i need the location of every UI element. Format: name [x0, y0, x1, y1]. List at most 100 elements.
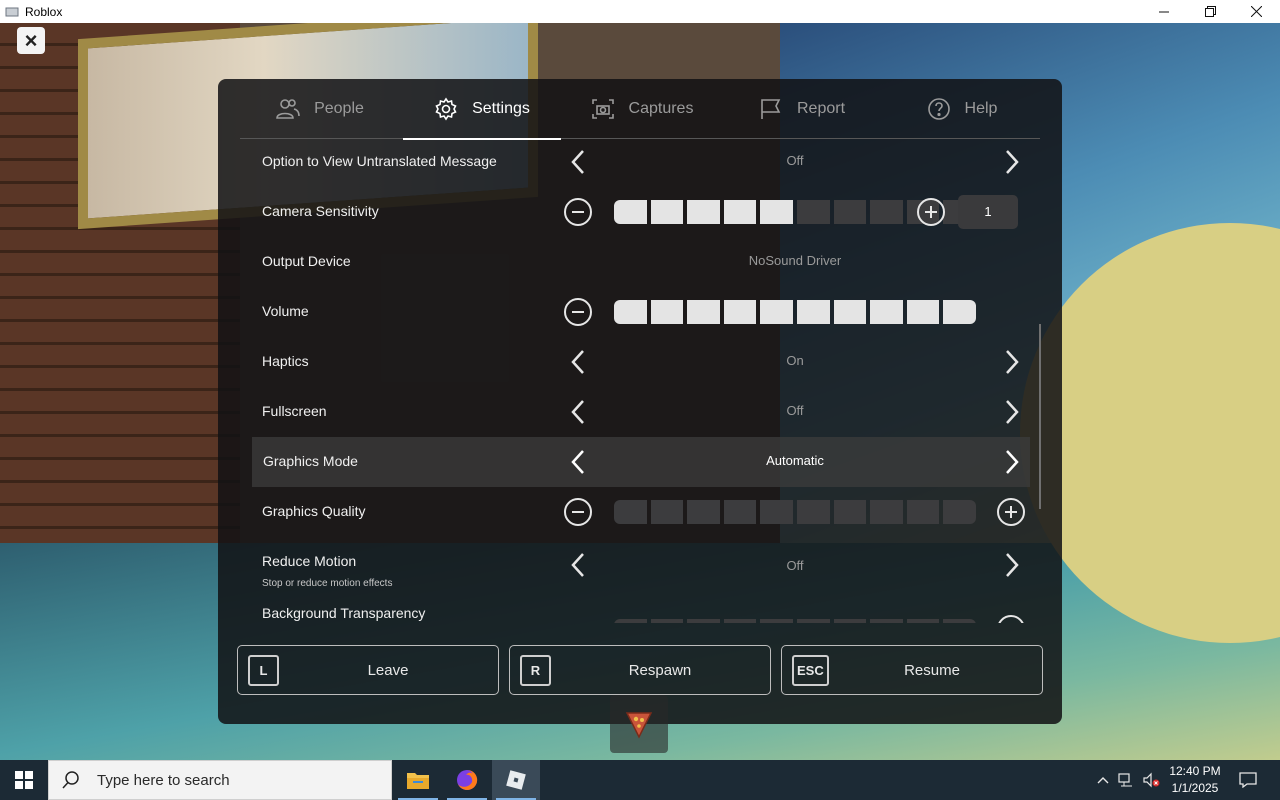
respawn-button[interactable]: R Respawn: [509, 645, 771, 695]
graphics-quality-slider[interactable]: [614, 500, 976, 524]
slider-segment[interactable]: [723, 500, 757, 524]
settings-list[interactable]: Option to View Untranslated Message Off …: [251, 137, 1041, 623]
slider-segment[interactable]: [614, 500, 647, 524]
chevron-left-icon[interactable]: [563, 447, 593, 477]
resume-label: Resume: [904, 662, 960, 679]
tab-help-label: Help: [964, 100, 998, 117]
chevron-right-icon[interactable]: [997, 397, 1027, 427]
setting-value: Off: [786, 558, 804, 573]
taskbar-file-explorer[interactable]: [394, 760, 442, 800]
slider-segment[interactable]: [687, 500, 720, 524]
decrease-button[interactable]: [564, 298, 592, 326]
tab-help[interactable]: Help: [883, 79, 1041, 139]
close-icon: ×: [24, 28, 38, 53]
menu-tabs: People Settings Captures Report Help: [240, 79, 1041, 140]
keyboard-hint-r: R: [520, 655, 551, 686]
minimize-button[interactable]: [1141, 0, 1187, 23]
volume-muted-icon[interactable]: [1141, 770, 1161, 790]
slider-segment[interactable]: [870, 300, 903, 324]
decrease-button[interactable]: [564, 198, 592, 226]
slider-segment[interactable]: [760, 619, 793, 623]
setting-output-device: Output Device NoSound Driver: [251, 237, 1031, 287]
resume-button[interactable]: ESC Resume: [781, 645, 1043, 695]
slider-segment[interactable]: [943, 300, 976, 324]
taskbar-roblox[interactable]: [492, 760, 540, 800]
restore-button[interactable]: [1187, 0, 1233, 23]
start-button[interactable]: [0, 760, 48, 800]
increase-button[interactable]: [997, 498, 1025, 526]
slider-segment[interactable]: [614, 619, 647, 623]
roblox-app-icon: [5, 7, 19, 16]
slider-segment[interactable]: [687, 200, 720, 224]
slider-segment[interactable]: [650, 300, 684, 324]
chevron-left-icon[interactable]: [563, 147, 593, 177]
chevron-right-icon[interactable]: [997, 347, 1027, 377]
slider-segment[interactable]: [833, 300, 867, 324]
chevron-left-icon[interactable]: [563, 397, 593, 427]
slider-segment[interactable]: [870, 619, 903, 623]
slider-segment[interactable]: [796, 500, 830, 524]
slider-segment[interactable]: [796, 300, 830, 324]
increase-button[interactable]: [997, 615, 1025, 623]
tab-report[interactable]: Report: [723, 79, 881, 139]
roblox-icon: [506, 770, 526, 790]
chevron-right-icon[interactable]: [997, 447, 1027, 477]
slider-segment[interactable]: [870, 500, 903, 524]
slider-segment[interactable]: [906, 619, 940, 623]
slider-segment[interactable]: [833, 619, 867, 623]
settings-scrollbar[interactable]: [1039, 324, 1041, 509]
slider-segment[interactable]: [760, 300, 793, 324]
volume-slider[interactable]: [614, 300, 976, 324]
taskbar-firefox[interactable]: [443, 760, 491, 800]
slider-segment[interactable]: [943, 500, 976, 524]
close-window-button[interactable]: [1233, 0, 1279, 23]
slider-segment[interactable]: [906, 300, 940, 324]
hotbar-item[interactable]: [610, 695, 668, 753]
chevron-up-icon[interactable]: [1093, 770, 1113, 790]
taskbar-search[interactable]: [48, 760, 392, 800]
slider-segment[interactable]: [650, 200, 684, 224]
background-transparency-slider[interactable]: [614, 619, 976, 623]
slider-segment[interactable]: [760, 200, 793, 224]
tab-settings[interactable]: Settings: [403, 79, 561, 140]
slider-segment[interactable]: [723, 200, 757, 224]
slider-segment[interactable]: [650, 619, 684, 623]
setting-value: Off: [786, 403, 804, 418]
setting-value[interactable]: NoSound Driver: [611, 253, 979, 268]
setting-label: Output Device: [262, 253, 351, 269]
notifications-icon[interactable]: [1238, 770, 1258, 790]
slider-segment[interactable]: [833, 500, 867, 524]
setting-label: Graphics Quality: [262, 503, 366, 519]
slider-segment[interactable]: [760, 500, 793, 524]
slider-segment[interactable]: [650, 500, 684, 524]
increase-button[interactable]: [917, 198, 945, 226]
slider-segment[interactable]: [723, 619, 757, 623]
chevron-right-icon[interactable]: [997, 550, 1027, 580]
slider-segment[interactable]: [906, 500, 940, 524]
windows-taskbar: 12:40 PM 1/1/2025: [0, 760, 1280, 800]
taskbar-clock[interactable]: 12:40 PM 1/1/2025: [1160, 763, 1230, 797]
slider-segment[interactable]: [687, 619, 720, 623]
slider-segment[interactable]: [614, 200, 647, 224]
slider-segment[interactable]: [723, 300, 757, 324]
tab-captures[interactable]: Captures: [563, 79, 721, 139]
decrease-button[interactable]: [564, 498, 592, 526]
close-icon: [1250, 6, 1262, 17]
leave-label: Leave: [367, 662, 409, 679]
search-input[interactable]: [97, 771, 387, 789]
leave-button[interactable]: L Leave: [237, 645, 499, 695]
slider-segment[interactable]: [614, 300, 647, 324]
chevron-right-icon[interactable]: [997, 147, 1027, 177]
chevron-left-icon[interactable]: [563, 550, 593, 580]
slider-segment[interactable]: [943, 619, 976, 623]
slider-segment[interactable]: [796, 619, 830, 623]
camera-sensitivity-input[interactable]: 1: [958, 195, 1018, 229]
slider-segment[interactable]: [870, 200, 903, 224]
slider-segment[interactable]: [833, 200, 867, 224]
slider-segment[interactable]: [687, 300, 720, 324]
network-icon[interactable]: [1117, 770, 1137, 790]
close-menu-button[interactable]: ×: [17, 27, 45, 54]
chevron-left-icon[interactable]: [563, 347, 593, 377]
tab-people[interactable]: People: [240, 79, 400, 139]
slider-segment[interactable]: [796, 200, 830, 224]
